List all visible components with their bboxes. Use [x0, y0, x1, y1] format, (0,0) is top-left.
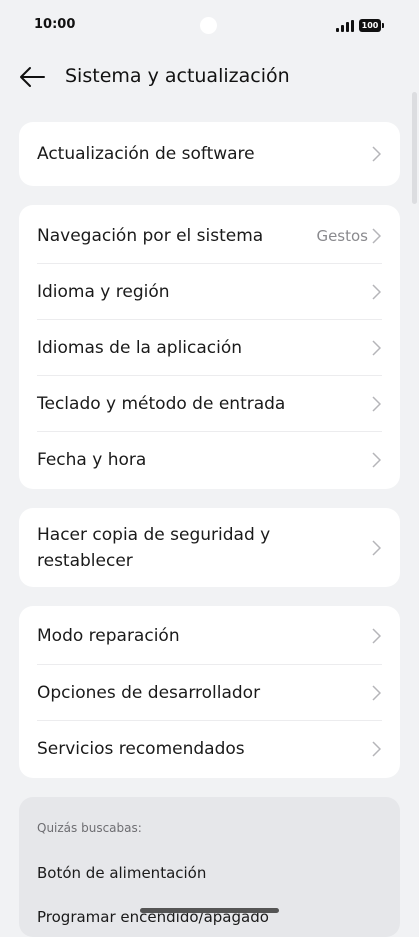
settings-item-backup-reset[interactable]: Hacer copia de seguridad y restablecer [19, 508, 400, 587]
settings-item-date-time[interactable]: Fecha y hora [19, 431, 400, 489]
settings-group-advanced: Modo reparación Opciones de desarrollado… [19, 606, 400, 778]
settings-group-system: Navegación por el sistema Gestos Idioma … [19, 205, 400, 489]
settings-item-label: Idiomas de la aplicación [37, 338, 243, 358]
signal-icon [336, 20, 356, 32]
camera-cutout [200, 17, 217, 34]
settings-item-label: Modo reparación [37, 626, 180, 646]
settings-item-label: Fecha y hora [37, 450, 147, 470]
settings-item-keyboard[interactable]: Teclado y método de entrada [19, 375, 400, 431]
scrollbar[interactable] [412, 92, 417, 204]
settings-item-label-line2: restablecer [37, 551, 133, 571]
chevron-right-icon [372, 146, 381, 162]
settings-group-software: Actualización de software [19, 122, 400, 186]
chevron-right-icon [372, 628, 381, 644]
settings-item-app-languages[interactable]: Idiomas de la aplicación [19, 319, 400, 375]
settings-item-recommended-services[interactable]: Servicios recomendados [19, 720, 400, 778]
suggestions-card: Quizás buscabas: Botón de alimentación P… [19, 797, 400, 937]
settings-item-label: Actualización de software [37, 144, 255, 164]
battery-tip [382, 23, 384, 28]
settings-item-label: Idioma y región [37, 282, 170, 302]
settings-item-label: Servicios recomendados [37, 739, 245, 759]
navigation-value: Gestos [316, 227, 368, 245]
settings-group-backup: Hacer copia de seguridad y restablecer [19, 508, 400, 587]
settings-item-language-region[interactable]: Idioma y región [19, 263, 400, 319]
chevron-right-icon [372, 685, 381, 701]
settings-item-label: Navegación por el sistema [37, 226, 264, 246]
chevron-right-icon [372, 540, 381, 556]
status-bar: 10:00 100 [0, 0, 419, 52]
chevron-right-icon [372, 340, 381, 356]
page-title: Sistema y actualización [65, 65, 290, 87]
battery-icon: 100 [359, 19, 381, 32]
settings-item-developer-options[interactable]: Opciones de desarrollador [19, 664, 400, 720]
chevron-right-icon [372, 741, 381, 757]
chevron-right-icon [372, 452, 381, 468]
settings-item-navigation[interactable]: Navegación por el sistema Gestos [19, 205, 400, 263]
chevron-right-icon [372, 284, 381, 300]
settings-item-repair-mode[interactable]: Modo reparación [19, 606, 400, 664]
settings-item-label: Teclado y método de entrada [37, 394, 286, 414]
arrow-left-icon [20, 67, 45, 87]
header: Sistema y actualización [0, 56, 419, 100]
settings-item-label: Opciones de desarrollador [37, 683, 261, 703]
back-button[interactable] [18, 65, 46, 89]
suggestions-heading: Quizás buscabas: [37, 821, 142, 835]
settings-item-software-update[interactable]: Actualización de software [19, 122, 400, 186]
chevron-right-icon [372, 228, 381, 244]
suggestion-power-button[interactable]: Botón de alimentación [37, 864, 206, 882]
status-time: 10:00 [34, 17, 76, 32]
home-indicator[interactable] [140, 908, 279, 913]
settings-item-label-line1: Hacer copia de seguridad y [37, 525, 271, 545]
chevron-right-icon [372, 396, 381, 412]
